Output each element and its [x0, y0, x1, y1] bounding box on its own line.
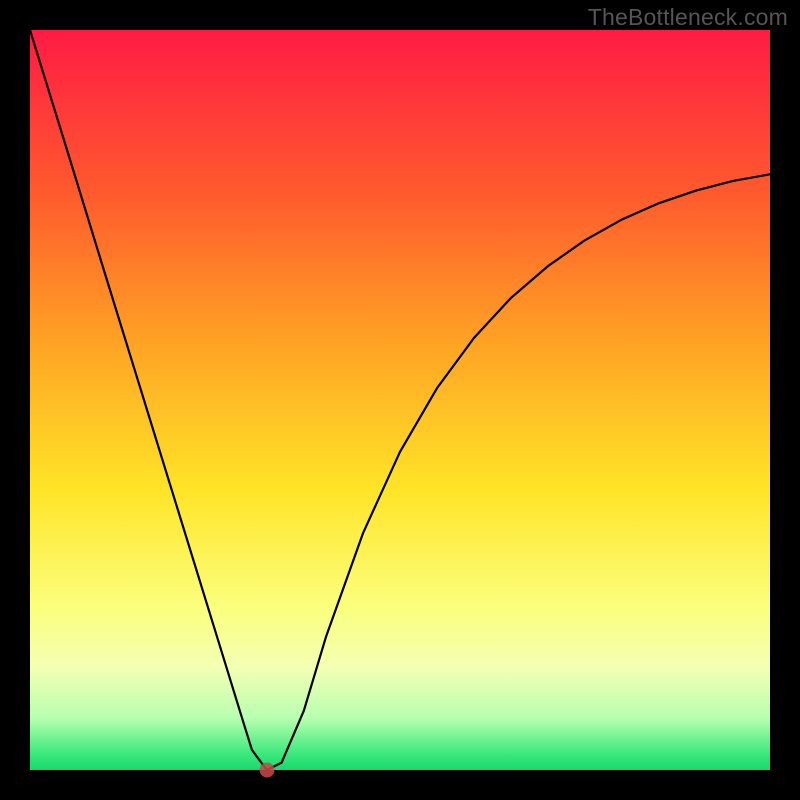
- curve-svg: [30, 30, 770, 770]
- plot-area: [30, 30, 770, 770]
- bottleneck-curve: [30, 30, 770, 770]
- marker-dot: [259, 763, 274, 778]
- watermark-text: TheBottleneck.com: [588, 4, 788, 31]
- chart-frame: TheBottleneck.com: [0, 0, 800, 800]
